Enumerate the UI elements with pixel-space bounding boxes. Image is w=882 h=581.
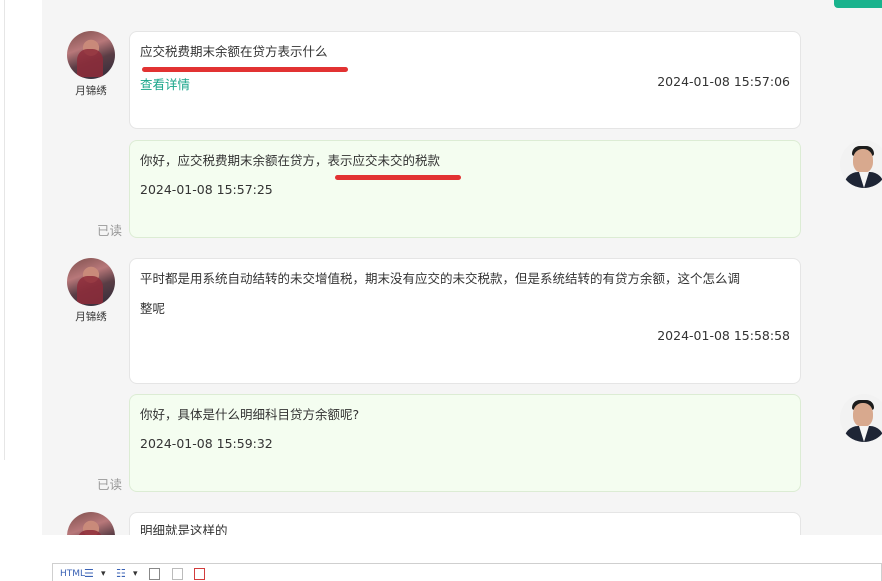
annotation-underline: [142, 67, 348, 72]
message-time: 2024-01-08 15:57:25: [140, 182, 273, 197]
chevron-down-icon[interactable]: ▾: [101, 567, 106, 581]
left-rail: [0, 0, 42, 535]
read-status: 已读: [97, 477, 123, 492]
user-avatar[interactable]: [67, 258, 115, 306]
message-bubble-user: 应交税费期末余额在贷方表示什么 查看详情 2024-01-08 15:57:06: [129, 31, 801, 129]
chat-message-list[interactable]: 月锦绣 应交税费期末余额在贷方表示什么 查看详情 2024-01-08 15:5…: [42, 0, 882, 535]
message-time: 2024-01-08 15:57:06: [657, 74, 790, 89]
accent-tab[interactable]: [834, 0, 882, 8]
view-details-link[interactable]: 查看详情: [140, 74, 190, 93]
message-bubble-agent: 你好，具体是什么明细科目贷方余额呢? 2024-01-08 15:59:32: [129, 394, 801, 492]
message-text: 明细就是这样的: [140, 523, 228, 535]
message-time: 2024-01-08 15:58:58: [657, 328, 790, 343]
message-time: 2024-01-08 15:59:32: [140, 436, 273, 451]
sender-name: 月锦绣: [75, 85, 107, 97]
agent-avatar[interactable]: [840, 394, 882, 442]
message-text: 应交税费期末余额在贷方表示什么: [140, 44, 328, 59]
message-bubble-user: 明细就是这样的: [129, 512, 801, 535]
ordered-list-icon[interactable]: ☰: [84, 567, 94, 581]
unordered-list-icon[interactable]: ☷: [116, 567, 126, 581]
chat-window: 月锦绣 应交税费期末余额在贷方表示什么 查看详情 2024-01-08 15:5…: [0, 0, 882, 581]
template-icon[interactable]: [194, 568, 205, 580]
agent-avatar[interactable]: [840, 140, 882, 188]
message-bubble-user: 平时都是用系统自动结转的未交增值税，期末没有应交的未交税款，但是系统结转的有贷方…: [129, 258, 801, 384]
message-text: 你好，具体是什么明细科目贷方余额呢?: [140, 407, 360, 422]
html-button[interactable]: HTML: [60, 567, 85, 581]
annotation-underline: [335, 175, 461, 180]
sender-name: 月锦绣: [75, 311, 107, 323]
user-avatar[interactable]: [67, 31, 115, 79]
anchor-icon[interactable]: [149, 568, 160, 580]
user-avatar[interactable]: [67, 512, 115, 535]
chevron-down-icon[interactable]: ▾: [133, 567, 138, 581]
message-text: 整呢: [140, 301, 166, 316]
editor-toolbar: HTML ☰ ▾ ☷ ▾: [52, 563, 882, 581]
message-text: 你好，应交税费期末余额在贷方，表示应交未交的税款: [140, 153, 441, 168]
read-status: 已读: [97, 223, 123, 238]
page-icon[interactable]: [172, 568, 183, 580]
message-text: 平时都是用系统自动结转的未交增值税，期末没有应交的未交税款，但是系统结转的有贷方…: [140, 271, 741, 286]
message-bubble-agent: 你好，应交税费期末余额在贷方，表示应交未交的税款 2024-01-08 15:5…: [129, 140, 801, 238]
divider: [4, 0, 5, 460]
